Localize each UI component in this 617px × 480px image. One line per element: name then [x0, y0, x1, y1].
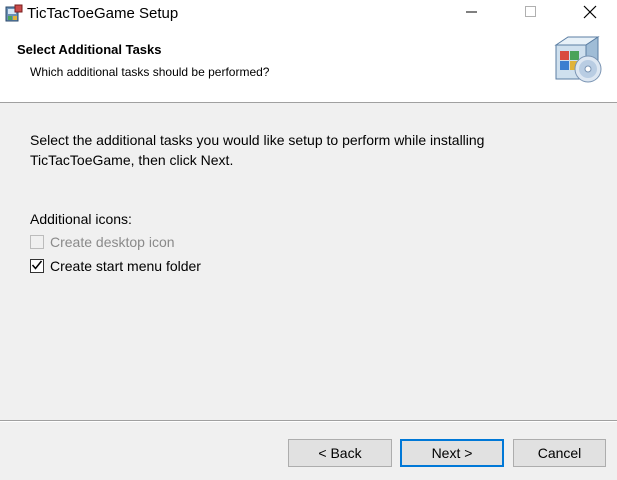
instruction-text: Select the additional tasks you would li…: [30, 132, 485, 168]
maximize-icon: [525, 5, 537, 23]
page-title: Select Additional Tasks: [17, 42, 162, 57]
minimize-button[interactable]: [444, 0, 500, 28]
checkmark-icon: [31, 258, 43, 274]
minimize-icon: [466, 5, 478, 23]
next-button[interactable]: Next >: [400, 439, 504, 467]
task-start-menu-folder[interactable]: Create start menu folder: [30, 257, 201, 275]
wizard-header: Select Additional Tasks Which additional…: [0, 30, 617, 103]
start-menu-folder-label[interactable]: Create start menu folder: [50, 258, 201, 274]
window-title: TicTacToeGame Setup: [27, 5, 179, 22]
additional-icons-label: Additional icons:: [30, 211, 132, 227]
installer-icon: [5, 4, 23, 24]
maximize-button[interactable]: [503, 0, 559, 28]
desktop-icon-checkbox: [30, 235, 44, 249]
back-button[interactable]: < Back: [288, 439, 392, 467]
setup-box-icon: [550, 33, 604, 85]
title-bar[interactable]: TicTacToeGame Setup: [0, 0, 617, 30]
close-icon: [583, 5, 597, 24]
close-button[interactable]: [562, 0, 617, 28]
task-desktop-icon: Create desktop icon: [30, 233, 175, 251]
page-subtitle: Which additional tasks should be perform…: [30, 65, 270, 79]
footer-divider: [0, 420, 617, 422]
start-menu-folder-checkbox[interactable]: [30, 259, 44, 273]
desktop-icon-label: Create desktop icon: [50, 234, 175, 250]
setup-window: TicTacToeGame Setup Select Additional Ta…: [0, 0, 617, 480]
cancel-button[interactable]: Cancel: [513, 439, 606, 467]
